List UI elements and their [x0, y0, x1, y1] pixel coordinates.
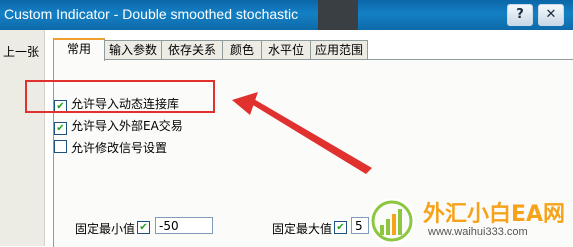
tab-common[interactable]: 常用	[53, 38, 105, 61]
fixed-min-label: 固定最小值	[75, 222, 136, 236]
fixed-max-label: 固定最大值	[272, 222, 333, 236]
fixed-min-checkbox[interactable]: ✔	[137, 221, 150, 234]
fixed-min-input[interactable]: -50	[155, 217, 213, 234]
fixed-max-checkbox[interactable]: ✔	[334, 221, 347, 234]
watermark-brand: 外汇小白EA网	[423, 202, 566, 227]
arrow-shaft	[248, 98, 372, 174]
watermark-logo-icon	[369, 198, 415, 244]
watermark-url: www.waihui333.com	[428, 226, 528, 238]
